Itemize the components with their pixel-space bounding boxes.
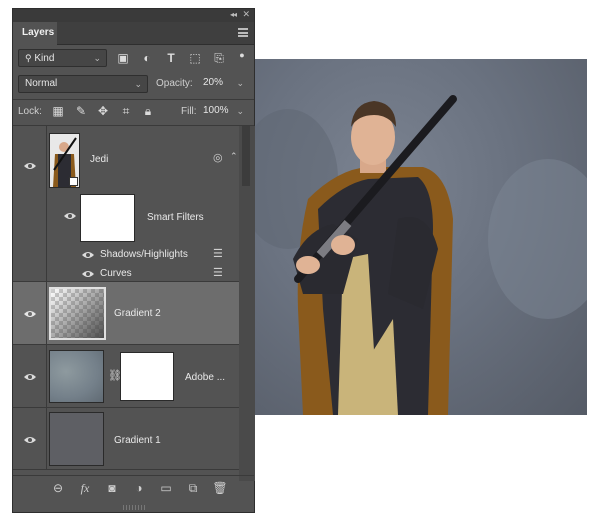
divider (46, 126, 47, 282)
shape-filter-icon[interactable]: ⬚ (188, 52, 202, 64)
opacity-value: 20% (203, 77, 224, 88)
layer-row-gradient-2[interactable]: Gradient 2 (13, 282, 239, 345)
smart-object-filter-icon[interactable]: ⎘ (212, 52, 226, 64)
layer-row-jedi[interactable]: Jedi ◎ ⌃ Smart Filters Shadows/Highlight… (13, 126, 239, 282)
layer-name-gradient-2[interactable]: Gradient 2 (114, 308, 161, 319)
panel-tab-row: Layers (13, 22, 254, 45)
smart-filters-mask-thumbnail[interactable] (80, 194, 135, 242)
fill-label: Fill: (181, 106, 197, 117)
tab-layers[interactable]: Layers (13, 22, 57, 45)
panel-title-strip: ◂◂ ✕ (13, 9, 254, 22)
layer-mask-thumbnail[interactable] (120, 352, 174, 401)
lock-transparent-pixels-icon[interactable]: ▦ (51, 105, 65, 117)
lock-label: Lock: (18, 106, 42, 117)
blend-mode-value: Normal (25, 78, 58, 89)
jedi-thumbnail[interactable] (49, 133, 80, 188)
lock-all-icon[interactable]: 🔒︎ (141, 105, 155, 117)
kind-filter-dropdown[interactable]: ⚲ Kind ⌄ (18, 49, 107, 67)
kind-filter-label: Kind (34, 53, 55, 64)
pixel-filter-icon[interactable]: ▣ (116, 52, 130, 64)
eye-icon[interactable] (23, 370, 37, 384)
filter-row: ⚲ Kind ⌄ ▣ ◐ T ⬚ ⎘ ● (13, 49, 254, 69)
eye-icon[interactable] (23, 433, 37, 447)
gradient-2-thumbnail[interactable] (49, 287, 106, 340)
adjustment-filter-icon[interactable]: ◐ (140, 52, 154, 64)
layer-row-gradient-1[interactable]: Gradient 1 (13, 408, 239, 470)
layer-row-adobe[interactable]: ⛓ Adobe ... (13, 345, 239, 408)
layer-list-scrollbar[interactable] (239, 126, 255, 481)
eye-icon[interactable] (81, 248, 95, 262)
new-layer-icon[interactable]: ⧉ (185, 481, 201, 496)
blend-row: Normal ⌄ Opacity: 20% ⌄ (13, 75, 254, 95)
panel-bottom-toolbar: ⊖ fx ◙ ◑ ▭ ⧉ 🗑︎ (13, 475, 254, 500)
divider (46, 345, 47, 408)
new-adjustment-layer-icon[interactable]: ◑ (131, 481, 147, 495)
opacity-label: Opacity: (156, 78, 193, 89)
fx-button[interactable]: fx (77, 481, 93, 496)
gradient-1-thumbnail[interactable] (49, 412, 104, 466)
lock-row: Lock: ▦ ✎ ✥ ⌗ 🔒︎ Fill: 100% ⌄ (13, 103, 254, 123)
eye-icon[interactable] (23, 159, 37, 173)
type-filter-icon[interactable]: T (164, 52, 178, 64)
close-panel-icon[interactable]: ✕ (242, 9, 250, 20)
delete-layer-trash-icon[interactable]: 🗑︎ (212, 481, 228, 495)
chevron-down-icon: ⌄ (134, 79, 142, 89)
lock-image-pixels-icon[interactable]: ✎ (74, 105, 88, 117)
chevron-down-icon: ⌄ (236, 78, 244, 88)
resize-grip[interactable] (123, 505, 145, 510)
new-group-folder-icon[interactable]: ▭ (158, 481, 174, 495)
chevron-down-icon: ⌄ (93, 53, 101, 63)
filter-toggle-icon[interactable]: ● (235, 49, 249, 61)
layers-panel: ◂◂ ✕ Layers ⚲ Kind ⌄ ▣ ◐ T ⬚ ⎘ ● Normal … (12, 8, 255, 513)
texture-thumbnail[interactable] (49, 350, 104, 403)
smart-object-badge-icon (69, 177, 78, 186)
smart-filter-indicator-icon[interactable]: ◎ (213, 151, 223, 164)
layer-name-jedi[interactable]: Jedi (90, 154, 108, 165)
fill-field[interactable]: 100% ⌄ (197, 103, 249, 121)
collapse-panel-icon[interactable]: ◂◂ (230, 10, 237, 19)
filter-options-icon[interactable]: ☰ (213, 247, 223, 260)
scrollbar-thumb[interactable] (242, 126, 250, 186)
chevron-up-icon[interactable]: ⌃ (230, 151, 238, 162)
jedi-figure-illustration (248, 95, 587, 415)
eye-icon[interactable] (81, 267, 95, 281)
blend-mode-dropdown[interactable]: Normal ⌄ (18, 75, 148, 93)
lock-position-icon[interactable]: ✥ (96, 105, 110, 117)
lock-artboard-icon[interactable]: ⌗ (119, 105, 133, 117)
fill-value: 100% (203, 105, 229, 116)
eye-icon[interactable] (23, 307, 37, 321)
search-icon: ⚲ (25, 53, 32, 63)
chevron-down-icon: ⌄ (236, 106, 244, 116)
layer-name-gradient-1[interactable]: Gradient 1 (114, 435, 161, 446)
filter-options-icon[interactable]: ☰ (213, 266, 223, 279)
divider (46, 282, 47, 345)
filter-shadows-highlights[interactable]: Shadows/Highlights (100, 249, 188, 260)
smart-filters-label[interactable]: Smart Filters (147, 212, 204, 223)
link-layers-icon[interactable]: ⊖ (50, 481, 66, 495)
opacity-field[interactable]: 20% ⌄ (197, 75, 249, 93)
eye-icon[interactable] (63, 209, 77, 223)
divider (46, 408, 47, 470)
canvas-photo-jedi (248, 59, 587, 415)
layer-name-adobe[interactable]: Adobe ... (185, 372, 225, 383)
filter-curves[interactable]: Curves (100, 268, 132, 279)
add-mask-icon[interactable]: ◙ (104, 481, 120, 495)
panel-menu-icon[interactable] (238, 28, 248, 37)
divider (13, 99, 254, 100)
